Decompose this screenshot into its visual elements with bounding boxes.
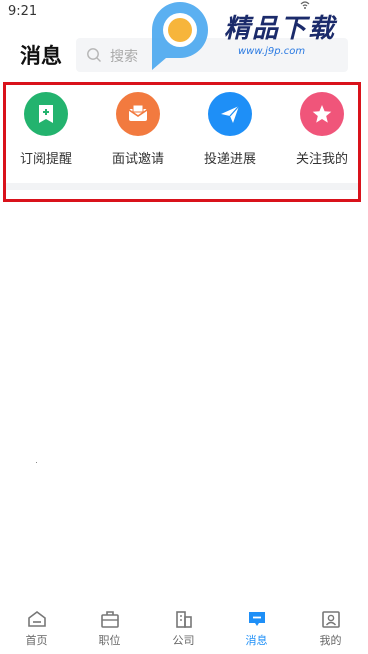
tab-label: 消息 xyxy=(245,634,268,647)
home-icon xyxy=(28,611,46,627)
tab-jobs[interactable]: 职位 xyxy=(73,600,146,654)
profile-icon xyxy=(322,611,340,628)
bottom-tab-bar: 首页 职位 公司 消息 我的 xyxy=(0,600,368,654)
watermark-p-icon xyxy=(152,2,208,70)
tab-label: 职位 xyxy=(98,634,121,647)
tab-label: 首页 xyxy=(25,634,48,647)
building-icon xyxy=(176,611,192,628)
status-time: 9:21 xyxy=(8,4,38,19)
tab-home[interactable]: 首页 xyxy=(0,600,73,654)
search-placeholder: 搜索 xyxy=(110,49,138,65)
tab-messages[interactable]: 消息 xyxy=(220,600,293,654)
stray-dot xyxy=(36,462,37,463)
tab-company[interactable]: 公司 xyxy=(147,600,220,654)
briefcase-icon xyxy=(101,611,119,628)
watermark-brand: 精品下载 xyxy=(224,14,337,44)
search-icon xyxy=(87,48,101,62)
watermark-logo: 精品下载 www.j9p.com xyxy=(140,0,360,72)
tab-label: 公司 xyxy=(172,634,195,647)
message-icon xyxy=(249,612,265,626)
tab-mine[interactable]: 我的 xyxy=(294,600,367,654)
highlight-annotation-box xyxy=(3,82,361,202)
page-title: 消息 xyxy=(20,44,62,68)
watermark-url: www.j9p.com xyxy=(238,46,306,57)
tab-label: 我的 xyxy=(319,634,342,647)
